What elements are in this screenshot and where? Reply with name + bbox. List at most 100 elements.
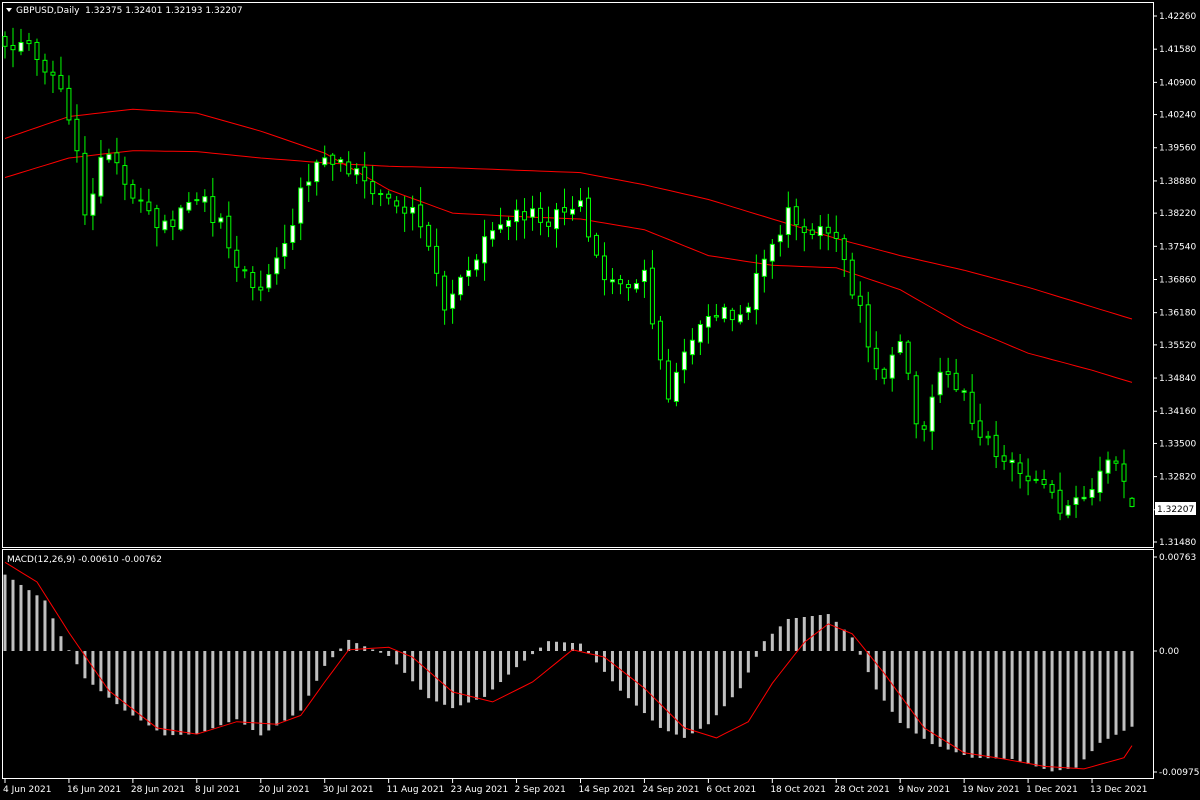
macd-bar — [419, 651, 423, 690]
macd-bar — [1002, 651, 1006, 759]
price-tick-label: 1.35520 — [1159, 341, 1196, 351]
macd-bar — [227, 651, 231, 723]
macd-bar — [1106, 651, 1110, 739]
macd-bar — [123, 651, 127, 711]
macd-bar — [906, 651, 910, 729]
macd-bar — [954, 651, 958, 753]
price-tick-label: 1.36860 — [1159, 275, 1196, 285]
price-tick-label: 1.38220 — [1159, 209, 1196, 219]
macd-bar — [331, 651, 335, 658]
macd-bar — [307, 651, 311, 696]
macd-bar — [698, 651, 702, 729]
macd-bar — [1130, 651, 1134, 727]
price-tick-label: 1.33500 — [1159, 439, 1196, 449]
candle — [849, 252, 855, 300]
macd-bar — [491, 651, 495, 690]
price-tick-label: 1.34160 — [1159, 407, 1196, 417]
macd-bar — [602, 651, 606, 672]
macd-bar — [243, 651, 247, 725]
macd-bar — [179, 651, 183, 735]
macd-bar — [211, 651, 215, 729]
time-tick-label: 23 Aug 2021 — [451, 785, 509, 795]
macd-bar — [395, 651, 399, 665]
time-tick-label: 2 Sep 2021 — [515, 785, 566, 795]
macd-bar — [35, 595, 39, 651]
time-tick-label: 8 Jul 2021 — [195, 785, 240, 795]
macd-bar — [459, 651, 463, 706]
macd-bar — [754, 651, 758, 657]
current-price-label: 1.32207 — [1157, 505, 1194, 515]
macd-bar — [1074, 651, 1078, 768]
macd-bar — [746, 651, 750, 673]
macd-bar — [43, 600, 47, 651]
macd-bar — [946, 651, 950, 750]
macd-bar — [610, 651, 614, 682]
macd-bar — [730, 651, 734, 698]
macd-bar — [786, 618, 790, 651]
macd-bar — [267, 651, 271, 731]
macd-bar — [826, 614, 830, 651]
time-tick-label: 28 Oct 2021 — [834, 785, 890, 795]
macd-bar — [171, 651, 175, 736]
macd-bar — [898, 651, 902, 723]
macd-bar — [970, 651, 974, 758]
macd-bar — [51, 618, 55, 651]
macd-bar — [539, 647, 543, 651]
macd-bar — [1050, 651, 1054, 772]
macd-bar — [1010, 651, 1014, 759]
macd-bar — [371, 649, 375, 651]
macd-bar — [379, 651, 383, 653]
macd-bar — [547, 641, 551, 651]
macd-bar — [778, 626, 782, 651]
macd-bar — [195, 651, 199, 735]
chart-canvas: 1.42260 1.41580 1.40900 1.40240 1.39560 1.388… — [0, 0, 1200, 800]
macd-bar — [251, 651, 255, 731]
macd-bar — [139, 651, 143, 721]
macd-tick-label: 0.00 — [1159, 647, 1179, 657]
macd-bar — [99, 651, 103, 692]
time-tick-label: 16 Jun 2021 — [67, 785, 121, 795]
macd-bar — [762, 641, 766, 651]
time-tick-label: 19 Nov 2021 — [962, 785, 1020, 795]
macd-bar — [890, 651, 894, 712]
price-tick-label: 1.31480 — [1159, 538, 1196, 548]
price-tick-label: 1.40900 — [1159, 78, 1196, 88]
macd-bar — [3, 574, 7, 651]
macd-bar — [842, 629, 846, 651]
macd-bar — [19, 584, 23, 651]
time-tick-label: 14 Sep 2021 — [578, 785, 635, 795]
macd-bar — [435, 651, 439, 702]
macd-bar — [586, 651, 590, 653]
time-tick-label: 30 Jul 2021 — [323, 785, 374, 795]
time-tick-label: 6 Oct 2021 — [706, 785, 756, 795]
time-tick-label: 11 Aug 2021 — [387, 785, 445, 795]
macd-bar — [555, 641, 559, 651]
macd-bar — [59, 636, 63, 651]
price-tick-label: 1.41580 — [1159, 45, 1196, 55]
macd-bar — [531, 651, 535, 655]
macd-bar — [810, 616, 814, 651]
price-tick-label: 1.38880 — [1159, 177, 1196, 187]
macd-bar — [219, 651, 223, 726]
macd-bar — [1042, 651, 1046, 769]
time-tick-label: 18 Oct 2021 — [770, 785, 826, 795]
macd-bar — [75, 651, 79, 665]
macd-bar — [507, 651, 511, 675]
macd-bar — [1026, 651, 1030, 764]
macd-bar — [994, 651, 998, 759]
macd-bar — [27, 590, 31, 651]
macd-bar — [475, 651, 479, 700]
time-tick-label: 1 Dec 2021 — [1026, 785, 1078, 795]
macd-bar — [722, 651, 726, 707]
macd-bar — [563, 642, 567, 651]
macd-bar — [131, 651, 135, 716]
current-price-marker: 1.32207 — [1155, 502, 1196, 515]
macd-bar — [882, 651, 886, 701]
candle — [426, 221, 432, 251]
macd-bar — [163, 651, 167, 736]
macd-bar — [275, 651, 279, 726]
symbol-header[interactable]: GBPUSD,Daily 1.32375 1.32401 1.32193 1.3… — [6, 6, 243, 16]
macd-bar — [1034, 651, 1038, 767]
candle — [1129, 497, 1135, 508]
macd-bar — [235, 651, 239, 720]
